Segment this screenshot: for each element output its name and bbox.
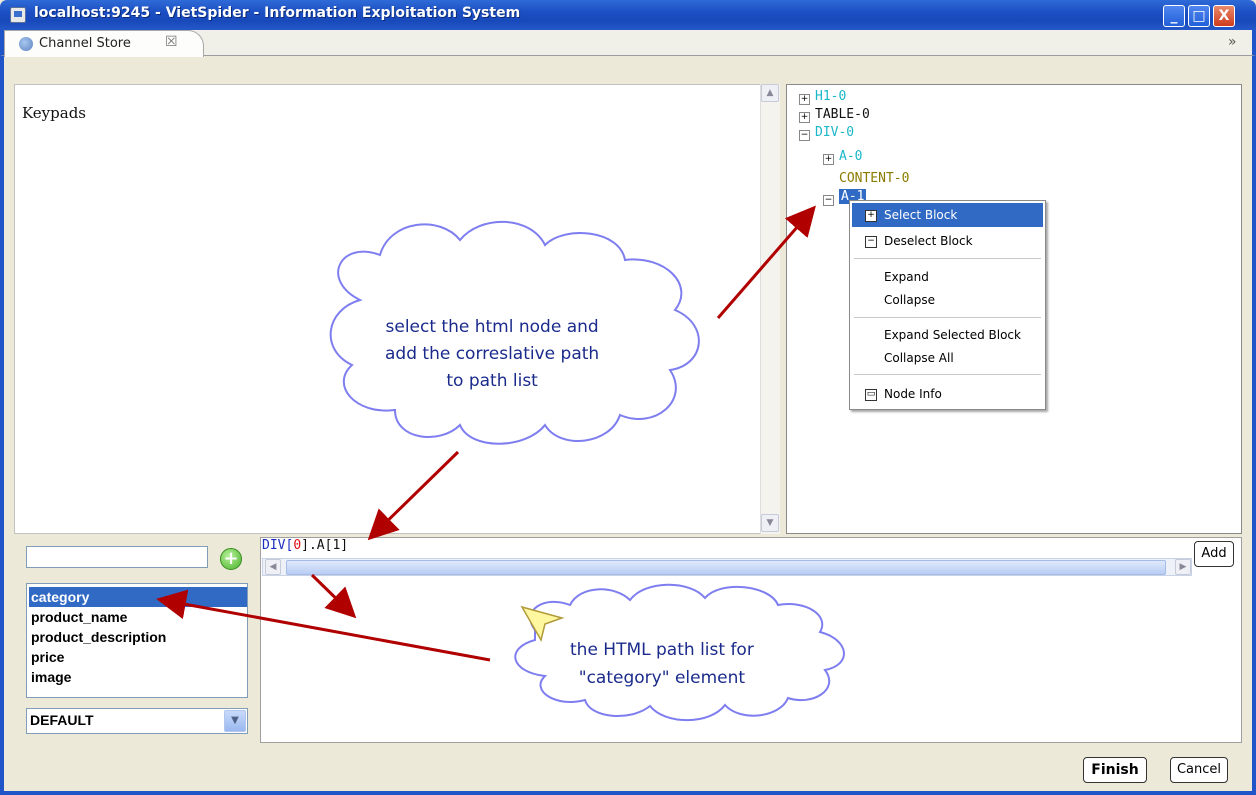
menu-separator <box>854 374 1041 375</box>
add-path-button[interactable]: Add <box>1194 541 1234 567</box>
maximize-icon: □ <box>1192 8 1206 24</box>
expand-icon[interactable]: + <box>799 94 810 105</box>
menu-item-expand[interactable]: Expand <box>852 265 1043 289</box>
tree-node-div[interactable]: DIV-0 <box>815 125 854 140</box>
menu-item-node-info[interactable]: ▭ Node Info <box>852 382 1043 406</box>
menu-item-select-block[interactable]: + Select Block <box>852 203 1043 227</box>
scroll-down-icon[interactable]: ▼ <box>761 514 779 532</box>
chevron-double-icon[interactable]: » <box>1228 34 1237 50</box>
preview-text: Keypads <box>22 104 86 122</box>
menu-separator <box>854 258 1041 259</box>
group-select-value: DEFAULT <box>30 712 94 728</box>
channel-store-icon <box>19 37 33 51</box>
menu-separator <box>854 317 1041 318</box>
minimize-icon: _ <box>1170 8 1178 24</box>
path-prefix: DIV[ <box>262 538 294 553</box>
cloud-1-text: select the html node and add the corresl… <box>385 317 600 391</box>
menu-item-deselect-block[interactable]: − Deselect Block <box>852 229 1043 253</box>
tab-label: Channel Store <box>39 36 131 51</box>
app-icon[interactable] <box>10 7 26 23</box>
collapse-icon[interactable]: − <box>823 195 834 206</box>
list-item-category[interactable]: category <box>29 587 247 607</box>
list-item-image[interactable]: image <box>29 667 247 687</box>
minus-box-icon: − <box>865 236 877 248</box>
window-icon: ▭ <box>865 389 877 401</box>
list-item-price[interactable]: price <box>29 647 247 667</box>
path-index: 0 <box>293 538 302 553</box>
close-icon: X <box>1218 8 1230 24</box>
cancel-button[interactable]: Cancel <box>1170 757 1228 783</box>
expand-icon[interactable]: + <box>823 154 834 165</box>
window-title: localhost:9245 - VietSpider - Informatio… <box>34 5 521 21</box>
tree-node-a0[interactable]: A-0 <box>839 149 862 164</box>
expand-icon[interactable]: + <box>799 112 810 123</box>
context-menu: + Select Block − Deselect Block Expand C… <box>849 200 1046 410</box>
tab-channel-store[interactable]: Channel Store ☒ <box>4 30 204 57</box>
field-name-input[interactable] <box>26 546 208 568</box>
field-list[interactable]: category product_name product_descriptio… <box>26 583 248 698</box>
menu-item-expand-selected-block[interactable]: Expand Selected Block <box>852 323 1043 347</box>
scroll-up-icon[interactable]: ▲ <box>761 84 779 102</box>
add-field-icon[interactable]: + <box>220 548 242 570</box>
html-preview-pane <box>14 84 780 534</box>
tree-node-h1[interactable]: H1-0 <box>815 89 846 104</box>
maximize-button[interactable]: □ <box>1188 5 1210 27</box>
close-button[interactable]: X <box>1213 5 1235 27</box>
scroll-right-icon[interactable]: ▶ <box>1175 559 1191 575</box>
tree-node-table[interactable]: TABLE-0 <box>815 107 870 122</box>
tab-close-icon[interactable]: ☒ <box>165 34 178 50</box>
collapse-icon[interactable]: − <box>799 130 810 141</box>
finish-button[interactable]: Finish <box>1083 757 1147 783</box>
list-item-product-description[interactable]: product_description <box>29 627 247 647</box>
title-bar: localhost:9245 - VietSpider - Informatio… <box>0 0 1256 30</box>
menu-item-collapse-all[interactable]: Collapse All <box>852 346 1043 370</box>
cloud-2-text: the HTML path list for "category" elemen… <box>570 640 754 688</box>
chevron-down-icon[interactable]: ▼ <box>224 710 246 732</box>
preview-scrollbar[interactable]: ▲ ▼ <box>760 84 780 534</box>
plus-box-icon: + <box>865 210 877 222</box>
tree-node-content[interactable]: CONTENT-0 <box>839 171 909 186</box>
scroll-left-icon[interactable]: ◀ <box>265 559 281 575</box>
menu-item-collapse[interactable]: Collapse <box>852 288 1043 312</box>
list-item-product-name[interactable]: product_name <box>29 607 247 627</box>
scroll-thumb[interactable] <box>286 560 1166 575</box>
path-suffix: ].A[1] <box>301 538 349 553</box>
path-expression[interactable]: DIV[0].A[1] <box>262 538 348 553</box>
minimize-button[interactable]: _ <box>1163 5 1185 27</box>
